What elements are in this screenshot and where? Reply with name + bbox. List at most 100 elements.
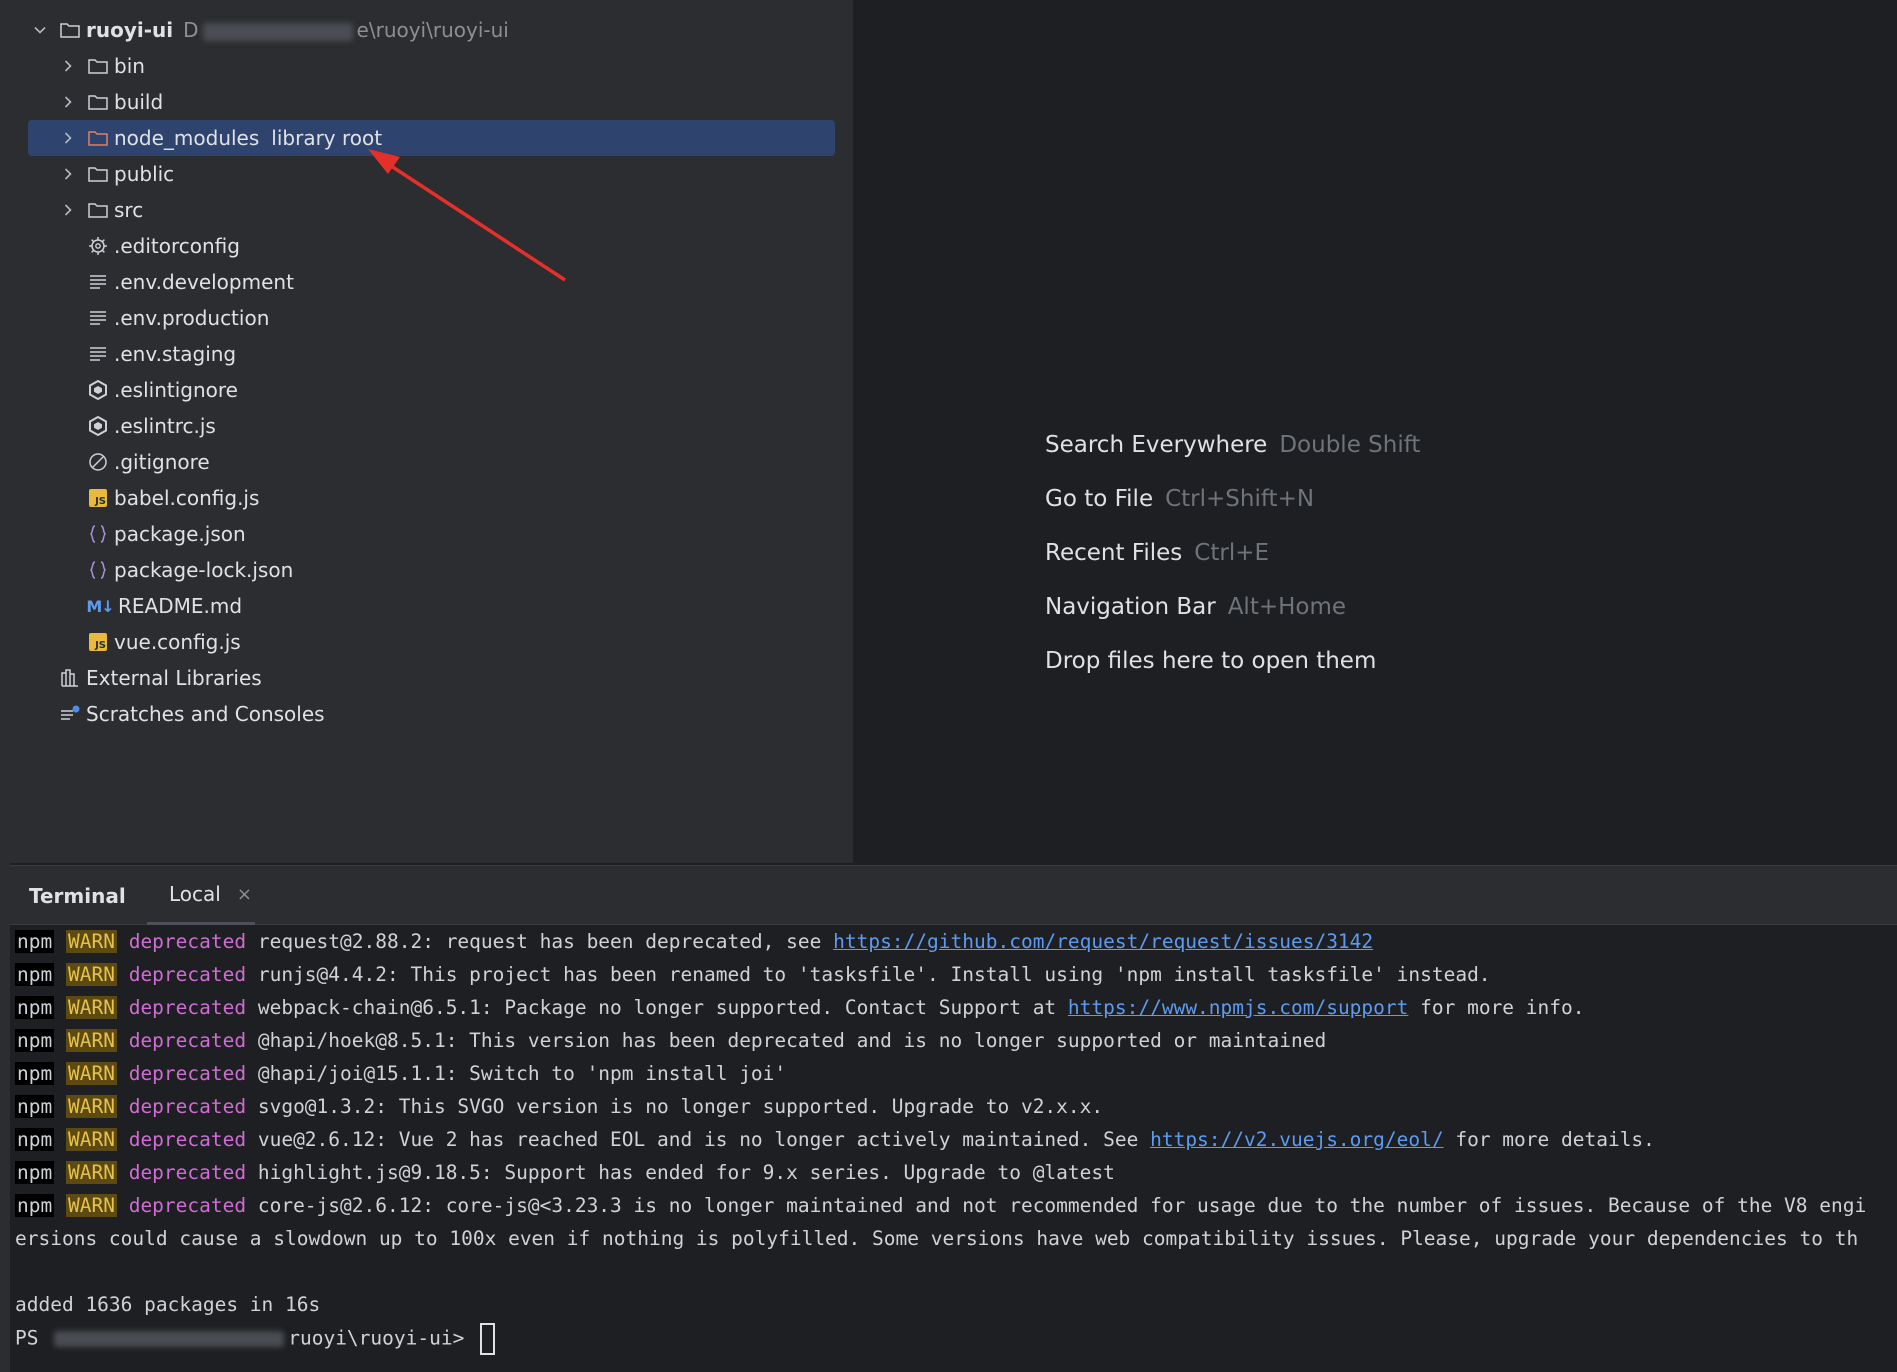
- folder-icon: [86, 198, 110, 222]
- tree-item-eslintrc[interactable]: .eslintrc.js: [86, 408, 835, 444]
- tree-root-label: ruoyi-ui: [86, 18, 174, 42]
- editor-empty-state: Search Everywhere Double Shift Go to File…: [855, 0, 1897, 863]
- tree-item-label: package.json: [114, 522, 246, 546]
- text-file-icon: [86, 306, 110, 330]
- eslint-icon: [86, 378, 110, 402]
- terminal-line: npm WARN deprecated @hapi/joi@15.1.1: Sw…: [15, 1062, 787, 1085]
- tree-item-env-production[interactable]: .env.production: [86, 300, 835, 336]
- tree-item-env-staging[interactable]: .env.staging: [86, 336, 835, 372]
- tab-label: Local: [169, 882, 221, 906]
- hint-go-to-file: Go to File Ctrl+Shift+N: [1045, 486, 1315, 512]
- library-icon: [58, 666, 82, 690]
- tree-item-editorconfig[interactable]: .editorconfig: [86, 228, 835, 264]
- tree-item-readme[interactable]: M↓ README.md: [86, 588, 835, 624]
- chevron-right-icon[interactable]: [58, 92, 78, 112]
- terminal-header: Terminal Local ×: [10, 866, 1897, 925]
- tab-local[interactable]: Local ×: [147, 866, 255, 925]
- hint-recent-files: Recent Files Ctrl+E: [1045, 540, 1270, 566]
- chevron-down-icon[interactable]: [30, 20, 50, 40]
- tree-item-label: .gitignore: [114, 450, 210, 474]
- shortcut-label: Alt+Home: [1227, 594, 1347, 620]
- tree-item-label: .eslintignore: [114, 378, 238, 402]
- terminal-line: npm WARN deprecated highlight.js@9.18.5:…: [15, 1161, 1115, 1184]
- scratches-icon: [58, 702, 82, 726]
- library-folder-icon: [86, 126, 110, 150]
- tree-item-vue-config[interactable]: JS vue.config.js: [86, 624, 835, 660]
- terminal-line: npm WARN deprecated core-js@2.6.12: core…: [15, 1194, 1867, 1217]
- json-file-icon: [86, 558, 110, 582]
- terminal-title: Terminal: [29, 884, 126, 908]
- terminal-output[interactable]: npm WARN deprecated request@2.88.2: requ…: [10, 924, 1897, 1372]
- folder-icon: [86, 162, 110, 186]
- terminal-link[interactable]: https://www.npmjs.com/support: [1068, 996, 1408, 1019]
- tree-item-label: Scratches and Consoles: [86, 702, 325, 726]
- tree-item-label: .eslintrc.js: [114, 414, 216, 438]
- markdown-file-icon: M↓: [86, 596, 114, 616]
- tree-item-label: README.md: [118, 594, 243, 618]
- tree-item-label: .env.development: [114, 270, 294, 294]
- tree-item-node-modules[interactable]: node_modules library root: [28, 120, 835, 156]
- tree-item-bin[interactable]: bin: [58, 48, 835, 84]
- terminal-line: npm WARN deprecated vue@2.6.12: Vue 2 ha…: [15, 1128, 1655, 1151]
- text-file-icon: [86, 270, 110, 294]
- tree-item-src[interactable]: src: [58, 192, 835, 228]
- close-icon[interactable]: ×: [237, 884, 252, 905]
- folder-icon: [86, 90, 110, 114]
- tree-item-label: vue.config.js: [114, 630, 241, 654]
- ignore-icon: [86, 450, 110, 474]
- folder-icon: [58, 18, 82, 42]
- tree-item-external-libraries[interactable]: External Libraries: [58, 660, 835, 696]
- tree-item-label: .editorconfig: [114, 234, 240, 258]
- tree-root-path: De\ruoyi\ruoyi-ui: [183, 18, 509, 42]
- shortcut-label: Double Shift: [1279, 432, 1421, 458]
- shortcut-label: Ctrl+E: [1194, 540, 1270, 566]
- folder-icon: [86, 54, 110, 78]
- terminal-panel: Terminal Local × npm WARN deprecated req…: [10, 865, 1897, 1372]
- terminal-prompt[interactable]: PS ruoyi\ruoyi-ui>: [15, 1323, 496, 1355]
- tree-item-label: .env.staging: [114, 342, 237, 366]
- terminal-line: npm WARN deprecated svgo@1.3.2: This SVG…: [15, 1095, 1104, 1118]
- tree-item-label: public: [114, 162, 175, 186]
- tree-item-eslintignore[interactable]: .eslintignore: [86, 372, 835, 408]
- terminal-line: npm WARN deprecated webpack-chain@6.5.1:…: [15, 996, 1585, 1019]
- chevron-right-icon[interactable]: [58, 164, 78, 184]
- javascript-file-icon: JS: [86, 630, 110, 654]
- tree-item-gitignore[interactable]: .gitignore: [86, 444, 835, 480]
- tree-root-ruoyi-ui[interactable]: ruoyi-ui De\ruoyi\ruoyi-ui: [30, 12, 835, 48]
- gear-icon: [86, 234, 110, 258]
- terminal-link[interactable]: https://github.com/request/request/issue…: [833, 930, 1373, 953]
- redacted-path-blur: [202, 22, 353, 41]
- text-cursor: [480, 1323, 496, 1355]
- tree-item-babel-config[interactable]: JS babel.config.js: [86, 480, 835, 516]
- tree-item-label: package-lock.json: [114, 558, 294, 582]
- tree-item-label: src: [114, 198, 144, 222]
- chevron-right-icon[interactable]: [58, 128, 78, 148]
- tree-item-scratches[interactable]: Scratches and Consoles: [58, 696, 835, 732]
- hint-drop-files: Drop files here to open them: [1045, 648, 1377, 674]
- eslint-icon: [86, 414, 110, 438]
- tree-item-package-lock-json[interactable]: package-lock.json: [86, 552, 835, 588]
- terminal-line: npm WARN deprecated request@2.88.2: requ…: [15, 930, 1374, 953]
- library-root-hint: library root: [271, 126, 383, 150]
- hint-search-everywhere: Search Everywhere Double Shift: [1045, 432, 1421, 458]
- shortcut-label: Ctrl+Shift+N: [1165, 486, 1315, 512]
- json-file-icon: [86, 522, 110, 546]
- tree-item-build[interactable]: build: [58, 84, 835, 120]
- tree-item-package-json[interactable]: package.json: [86, 516, 835, 552]
- tree-item-public[interactable]: public: [58, 156, 835, 192]
- tree-item-label: External Libraries: [86, 666, 262, 690]
- tree-item-label: .env.production: [114, 306, 270, 330]
- tree-item-label: bin: [114, 54, 145, 78]
- chevron-right-icon[interactable]: [58, 200, 78, 220]
- chevron-right-icon[interactable]: [58, 56, 78, 76]
- tree-item-env-development[interactable]: .env.development: [86, 264, 835, 300]
- terminal-link[interactable]: https://v2.vuejs.org/eol/: [1150, 1128, 1444, 1151]
- tree-item-label: build: [114, 90, 164, 114]
- javascript-file-icon: JS: [86, 486, 110, 510]
- terminal-line: npm WARN deprecated @hapi/hoek@8.5.1: Th…: [15, 1029, 1327, 1052]
- terminal-line: npm WARN deprecated runjs@4.4.2: This pr…: [15, 963, 1491, 986]
- terminal-summary: added 1636 packages in 16s: [15, 1293, 321, 1316]
- terminal-line: ersions could cause a slowdown up to 100…: [15, 1227, 1859, 1250]
- hint-navigation-bar: Navigation Bar Alt+Home: [1045, 594, 1347, 620]
- text-file-icon: [86, 342, 110, 366]
